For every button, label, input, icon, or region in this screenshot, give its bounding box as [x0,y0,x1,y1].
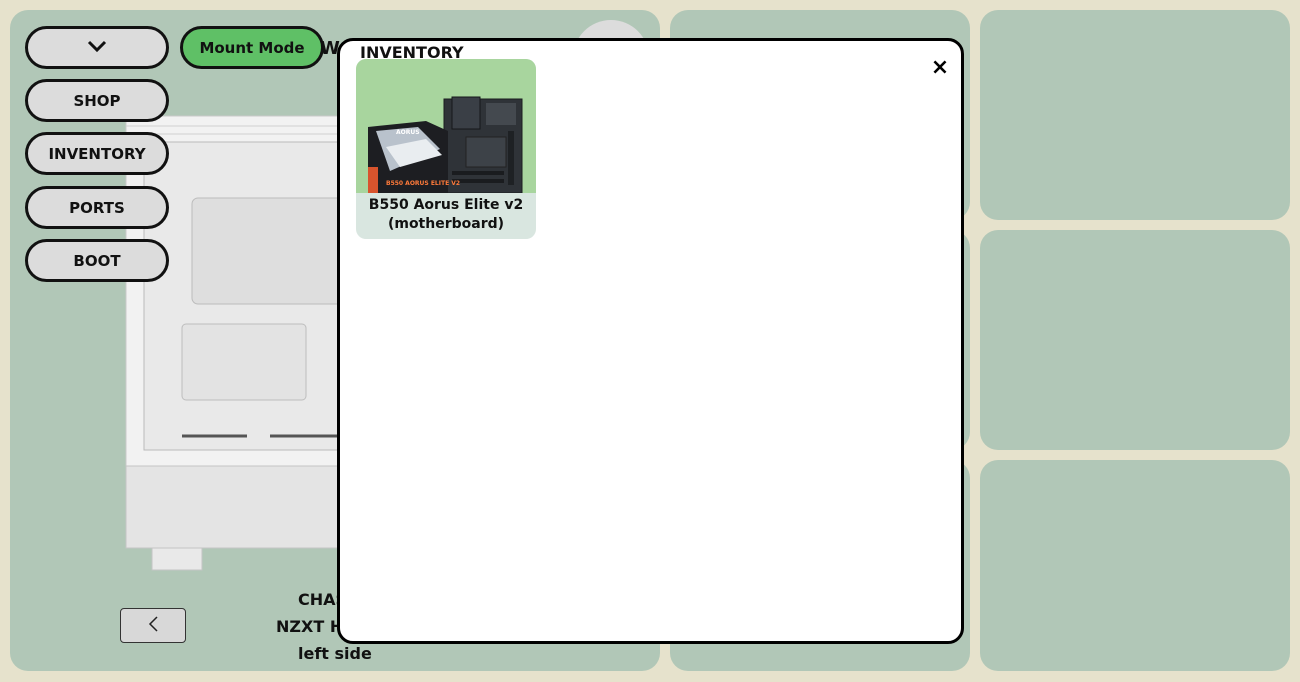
item-type: (motherboard) [387,216,505,232]
box-model-text: B550 AORUS ELITE V2 [386,180,460,187]
slot-panel [980,460,1290,671]
pc-case-image [125,115,352,571]
chevron-left-icon [147,615,159,637]
ports-button[interactable]: PORTS [25,186,169,229]
slot-panel [980,230,1290,450]
chevron-down-icon [86,39,108,57]
case-side-label: left side [298,644,372,663]
dropdown-button[interactable] [25,26,169,69]
slot-panel [980,10,1290,220]
inventory-modal: INVENTORY × AORUS B550 AORUS ELITE V2 B5… [337,38,964,644]
close-button[interactable]: × [929,57,951,79]
item-name: B550 Aorus Elite v2 [368,197,524,213]
boot-button[interactable]: BOOT [25,239,169,282]
inventory-button[interactable]: INVENTORY [25,132,169,175]
back-button[interactable] [120,608,186,643]
shop-button[interactable]: SHOP [25,79,169,122]
mount-mode-button[interactable]: Mount Mode [180,26,324,69]
motherboard-image: AORUS B550 AORUS ELITE V2 [356,59,536,194]
inventory-item-card[interactable]: AORUS B550 AORUS ELITE V2 B550 Aorus Eli… [356,59,536,239]
box-brand-text: AORUS [396,129,420,136]
